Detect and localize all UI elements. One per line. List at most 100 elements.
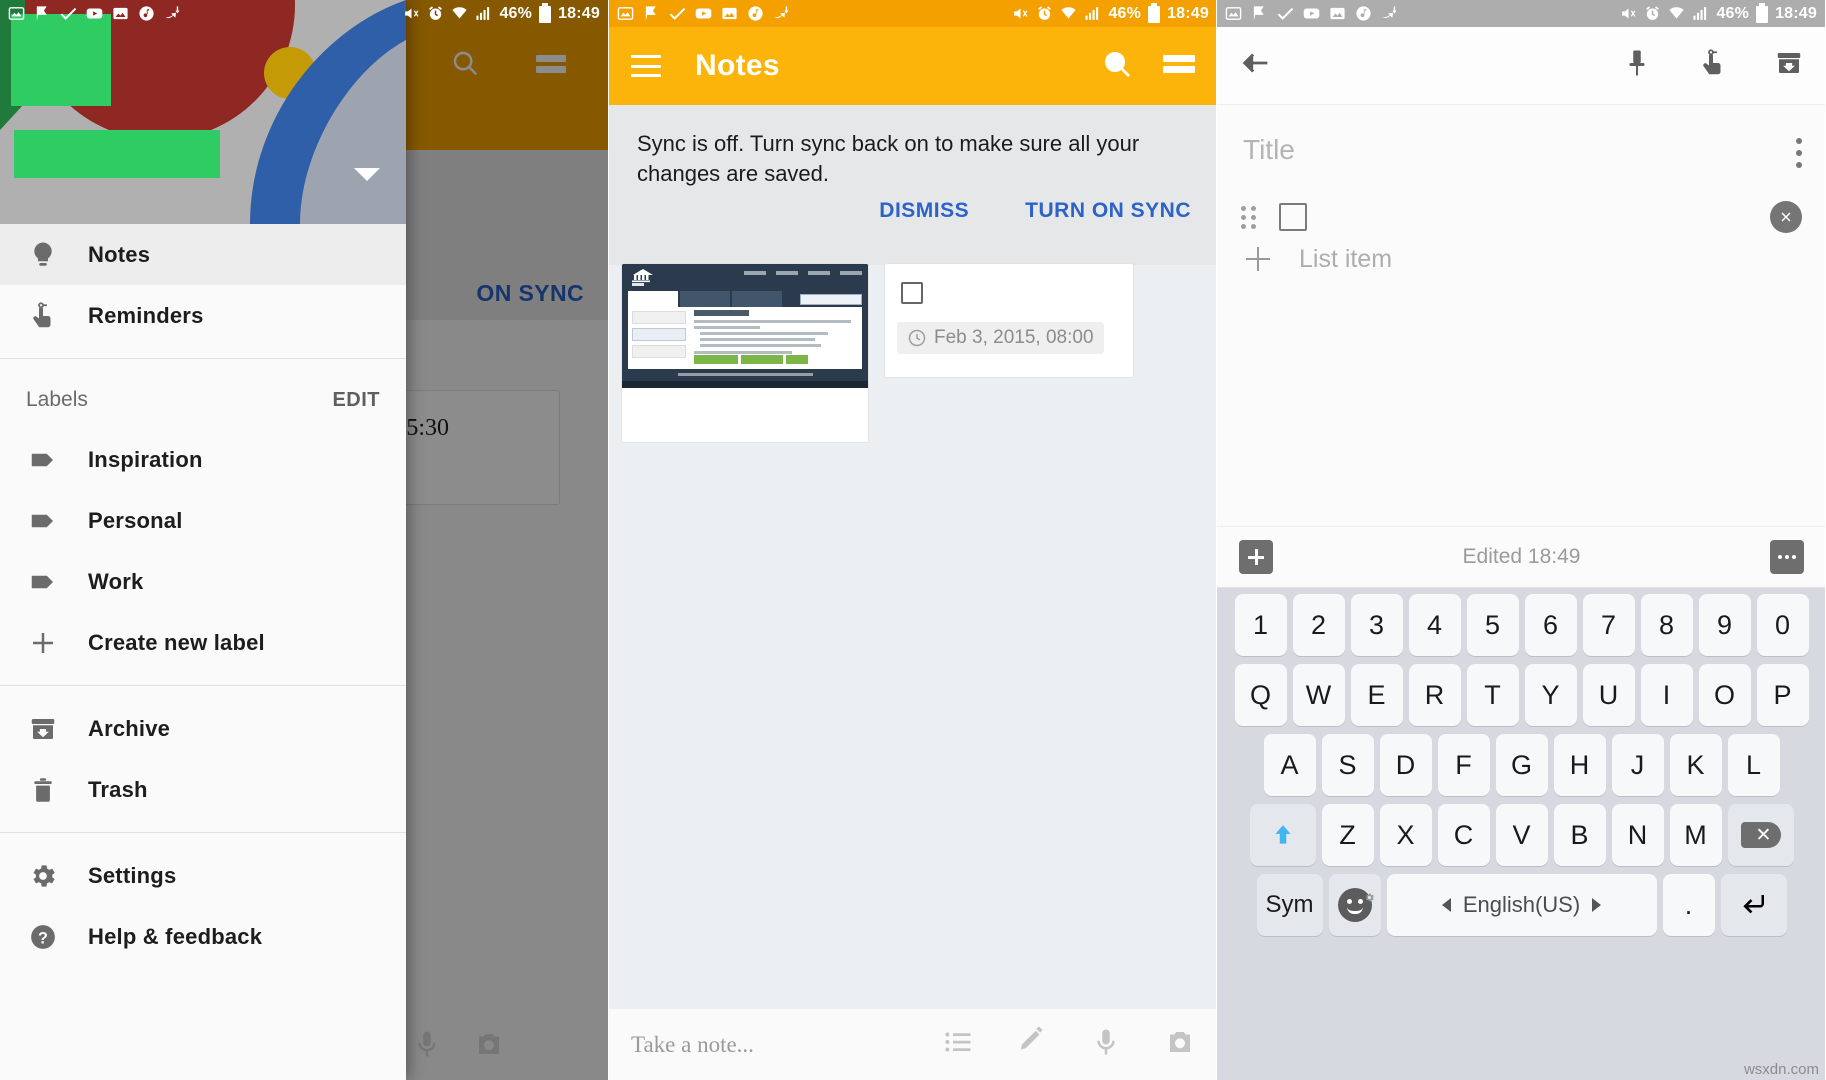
key-4[interactable]: 4 xyxy=(1408,594,1461,656)
key-5[interactable]: 5 xyxy=(1466,594,1519,656)
unchecked-checkbox[interactable] xyxy=(1279,203,1307,231)
take-note-input[interactable]: Take a note... xyxy=(631,1032,754,1058)
status-bar: 46% 18:49 xyxy=(609,0,1217,27)
unchecked-checkbox[interactable] xyxy=(901,282,923,304)
key-t[interactable]: T xyxy=(1466,664,1519,726)
reminder-chip[interactable]: Feb 3, 2015, 08:00 xyxy=(897,322,1104,354)
new-drawing-icon[interactable] xyxy=(1017,1026,1047,1062)
key-s[interactable]: S xyxy=(1321,734,1374,796)
search-icon[interactable] xyxy=(1101,48,1133,85)
note-card-checklist[interactable]: Feb 3, 2015, 08:00 xyxy=(884,263,1134,378)
key-1[interactable]: 1 xyxy=(1234,594,1287,656)
backspace-icon[interactable]: ✕ xyxy=(1727,804,1794,866)
chevron-down-icon[interactable] xyxy=(354,168,380,181)
sidebar-item-help-feedback[interactable]: ? Help & feedback xyxy=(0,906,406,967)
key-k[interactable]: K xyxy=(1669,734,1722,796)
checkmark-icon xyxy=(669,5,686,22)
key-2[interactable]: 2 xyxy=(1292,594,1345,656)
key-7[interactable]: 7 xyxy=(1582,594,1635,656)
sidebar-item-notes[interactable]: Notes xyxy=(0,224,406,285)
note-title-input[interactable]: Title xyxy=(1243,134,1295,166)
key-o[interactable]: O xyxy=(1698,664,1751,726)
enter-icon[interactable] xyxy=(1720,874,1787,936)
key-6[interactable]: 6 xyxy=(1524,594,1577,656)
key-8[interactable]: 8 xyxy=(1640,594,1693,656)
mute-icon xyxy=(1012,5,1029,22)
close-circle-icon[interactable] xyxy=(1770,201,1802,233)
key-a[interactable]: A xyxy=(1263,734,1316,796)
status-bar-right-icons: 46% 18:49 xyxy=(1620,2,1817,23)
more-horiz-icon[interactable] xyxy=(1770,540,1804,574)
sym-key[interactable]: Sym xyxy=(1256,874,1323,936)
label-tag-icon xyxy=(26,565,60,599)
key-u[interactable]: U xyxy=(1582,664,1635,726)
key-c[interactable]: C xyxy=(1437,804,1490,866)
sidebar-item-settings[interactable]: Settings xyxy=(0,845,406,906)
key-n[interactable]: N xyxy=(1611,804,1664,866)
hamburger-icon[interactable] xyxy=(631,55,661,77)
sidebar-item-archive[interactable]: Archive xyxy=(0,698,406,759)
pin-icon[interactable] xyxy=(1622,48,1652,83)
note-card-screenshot[interactable] xyxy=(621,263,869,443)
list-view-icon[interactable] xyxy=(1163,52,1195,81)
key-b[interactable]: B xyxy=(1553,804,1606,866)
key-i[interactable]: I xyxy=(1640,664,1693,726)
key-l[interactable]: L xyxy=(1727,734,1780,796)
mute-icon xyxy=(1620,5,1637,22)
key-period[interactable]: . xyxy=(1662,874,1715,936)
plus-box-icon[interactable] xyxy=(1239,540,1273,574)
key-h[interactable]: H xyxy=(1553,734,1606,796)
new-voice-icon[interactable] xyxy=(1091,1027,1121,1062)
youtube-icon xyxy=(86,5,103,22)
key-3[interactable]: 3 xyxy=(1350,594,1403,656)
back-arrow-icon[interactable] xyxy=(1239,46,1273,85)
key-r[interactable]: R xyxy=(1408,664,1461,726)
signal-icon xyxy=(1084,5,1101,22)
key-d[interactable]: D xyxy=(1379,734,1432,796)
shift-up-icon[interactable] xyxy=(1249,804,1316,866)
finger-reminder-icon xyxy=(26,299,60,333)
turn-on-sync-button[interactable]: TURN ON SYNC xyxy=(1025,199,1191,223)
drawer-account-header[interactable] xyxy=(0,0,406,224)
drag-handle-icon[interactable] xyxy=(1241,205,1257,229)
key-p[interactable]: P xyxy=(1756,664,1809,726)
sidebar-item-label: Personal xyxy=(88,507,183,533)
sidebar-item-create-new-label[interactable]: Create new label xyxy=(0,612,406,673)
dismiss-button[interactable]: DISMISS xyxy=(879,199,969,223)
labels-edit-button[interactable]: EDIT xyxy=(332,389,380,412)
sidebar-item-trash[interactable]: Trash xyxy=(0,759,406,820)
sidebar-item-inspiration[interactable]: Inspiration xyxy=(0,429,406,490)
sidebar-item-personal[interactable]: Personal xyxy=(0,490,406,551)
key-j[interactable]: J xyxy=(1611,734,1664,796)
archive-icon xyxy=(26,712,60,746)
key-9[interactable]: 9 xyxy=(1698,594,1751,656)
new-list-icon[interactable] xyxy=(943,1027,973,1062)
archive-icon[interactable] xyxy=(1774,48,1804,83)
sidebar-item-reminders[interactable]: Reminders xyxy=(0,285,406,346)
key-g[interactable]: G xyxy=(1495,734,1548,796)
more-vert-icon[interactable] xyxy=(1796,138,1802,174)
download-swoosh-icon xyxy=(1381,5,1398,22)
key-x[interactable]: X xyxy=(1379,804,1432,866)
key-m[interactable]: M xyxy=(1669,804,1722,866)
key-f[interactable]: F xyxy=(1437,734,1490,796)
key-e[interactable]: E xyxy=(1350,664,1403,726)
key-0[interactable]: 0 xyxy=(1756,594,1809,656)
sidebar-item-label: Settings xyxy=(88,862,177,888)
key-q[interactable]: Q xyxy=(1234,664,1287,726)
reminder-icon[interactable] xyxy=(1698,48,1728,83)
space-language-key[interactable]: English(US) xyxy=(1386,874,1657,936)
prev-language-icon[interactable] xyxy=(1441,898,1451,912)
emoji-icon[interactable] xyxy=(1328,874,1381,936)
sidebar-item-work[interactable]: Work xyxy=(0,551,406,612)
sidebar-item-label: Trash xyxy=(88,776,148,802)
add-list-item-row[interactable]: List item xyxy=(1241,242,1392,276)
key-w[interactable]: W xyxy=(1292,664,1345,726)
key-z[interactable]: Z xyxy=(1321,804,1374,866)
edited-timestamp: Edited 18:49 xyxy=(1462,545,1581,568)
new-photo-icon[interactable] xyxy=(1165,1027,1195,1062)
key-v[interactable]: V xyxy=(1495,804,1548,866)
label-tag-icon xyxy=(26,504,60,538)
key-y[interactable]: Y xyxy=(1524,664,1577,726)
next-language-icon[interactable] xyxy=(1592,898,1602,912)
